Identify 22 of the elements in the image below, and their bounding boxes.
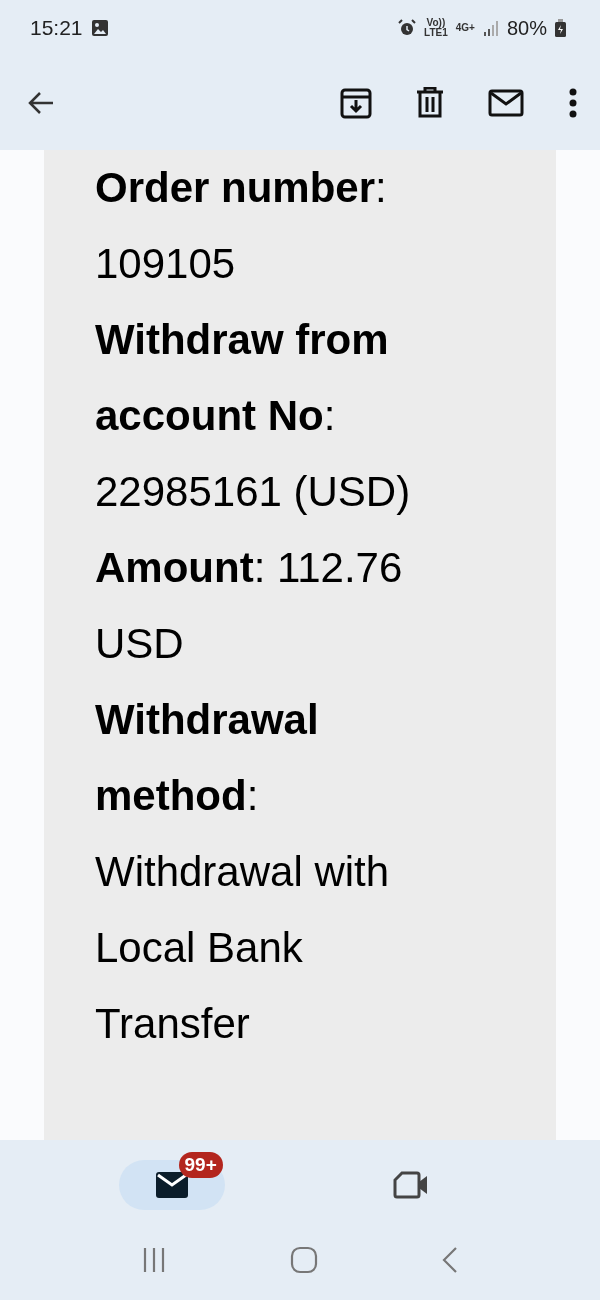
archive-button[interactable]: [340, 86, 372, 119]
lte-label: LTE1: [424, 27, 448, 38]
video-camera-icon: [392, 1171, 429, 1199]
mail-tab[interactable]: [118, 1160, 225, 1210]
unread-count: 99+: [178, 1152, 223, 1178]
signal-icon: [482, 19, 499, 36]
mark-unread-button[interactable]: [488, 88, 524, 117]
alarm-icon: [398, 18, 417, 37]
detail-text: Amount: 112.76 USD: [95, 543, 404, 669]
delete-button[interactable]: [416, 86, 444, 119]
network-label: 4G+: [455, 22, 475, 33]
detail-text: Withdrawal method: Withdrawal with Local Bank Transfer: [95, 695, 391, 1049]
battery-icon: [555, 18, 566, 37]
home-button[interactable]: [290, 1246, 318, 1274]
volte-label: Vo)): [426, 17, 446, 28]
clock-time: 15:21: [30, 14, 83, 41]
image-icon: [90, 18, 109, 37]
more-options-button[interactable]: [568, 87, 578, 118]
detail-text: Withdraw from account No: 22985161 (USD): [95, 315, 412, 517]
battery-percent: 80%: [506, 15, 547, 41]
mail-icon: [154, 1171, 189, 1199]
detail-text: Order number: 109105: [95, 163, 388, 289]
